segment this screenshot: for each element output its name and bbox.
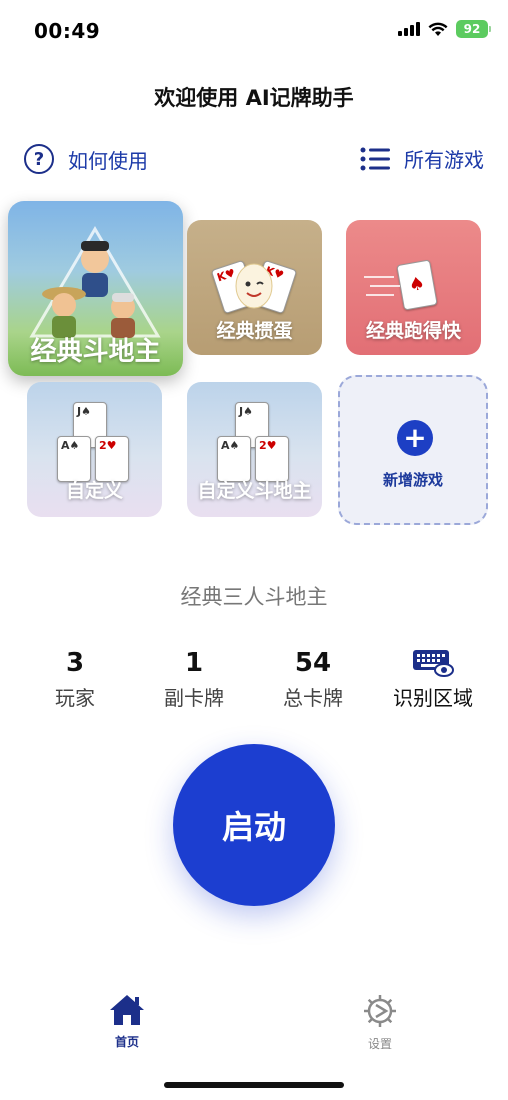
- stat-sub-cards: 1 副卡牌: [134, 648, 254, 711]
- status-bar: 00:49 92: [0, 0, 508, 62]
- sub-cards-label: 副卡牌: [164, 686, 224, 710]
- all-games-link[interactable]: 所有游戏: [360, 144, 484, 173]
- game-card-custom-doudizhu[interactable]: J♠ A♠ 2♥ 自定义斗地主: [187, 382, 322, 517]
- selected-game-name: 经典三人斗地主: [180, 585, 328, 609]
- speed-lines-icon: [364, 276, 400, 296]
- game-card-classic-doudizhu[interactable]: 经典斗地主: [8, 201, 183, 376]
- game-label: 经典掼蛋: [216, 320, 293, 342]
- players-label: 玩家: [55, 686, 95, 710]
- status-icons: 92: [398, 20, 491, 38]
- tab-settings[interactable]: 设置: [350, 993, 410, 1052]
- tab-home-label: 首页: [114, 1035, 139, 1049]
- game-label: 自定义斗地主: [197, 480, 312, 502]
- cellular-signal-icon: [398, 22, 420, 36]
- stat-players: 3 玩家: [15, 648, 135, 711]
- page-title: 欢迎使用 AI记牌助手: [154, 86, 354, 110]
- battery-level: 92: [463, 22, 481, 36]
- game-card-classic-paodekuai[interactable]: ♠ 经典跑得快: [346, 220, 481, 355]
- home-indicator: [164, 1082, 344, 1088]
- players-count: 3: [65, 648, 85, 678]
- wifi-icon: [428, 22, 448, 36]
- recognition-region-label: 识别区域: [393, 686, 473, 710]
- tab-settings-label: 设置: [367, 1037, 392, 1051]
- list-icon: [360, 147, 390, 170]
- egg-mascot-icon: [235, 263, 273, 309]
- all-games-label: 所有游戏: [404, 148, 484, 172]
- status-time: 00:49: [34, 19, 101, 43]
- game-label: 经典跑得快: [365, 320, 461, 342]
- battery-icon: 92: [456, 20, 491, 38]
- keyboard-eye-icon: [413, 650, 454, 677]
- add-game-label: 新增游戏: [382, 471, 443, 489]
- recognition-region-button[interactable]: 识别区域: [373, 648, 493, 711]
- total-cards-count: 54: [294, 648, 332, 678]
- start-button-label: 启动: [221, 808, 286, 846]
- how-to-use-label: 如何使用: [68, 148, 148, 173]
- home-icon: [110, 995, 144, 1025]
- how-to-use-link[interactable]: ? 如何使用: [24, 144, 148, 174]
- start-button[interactable]: 启动: [173, 744, 335, 906]
- stat-total-cards: 54 总卡牌: [253, 648, 373, 711]
- tab-home[interactable]: 首页: [97, 993, 157, 1050]
- game-label: 经典斗地主: [30, 337, 161, 367]
- game-card-custom[interactable]: J♠ A♠ 2♥ 自定义: [27, 382, 162, 517]
- question-icon: ?: [24, 144, 54, 174]
- plus-icon: +: [397, 420, 433, 456]
- gear-icon: [364, 995, 396, 1027]
- game-card-classic-guandan[interactable]: K♥ K♥ 经典掼蛋: [187, 220, 322, 355]
- sub-cards-count: 1: [184, 648, 204, 678]
- game-label: 自定义: [65, 480, 123, 502]
- add-game-button[interactable]: + 新增游戏: [338, 375, 488, 525]
- total-cards-label: 总卡牌: [283, 686, 343, 710]
